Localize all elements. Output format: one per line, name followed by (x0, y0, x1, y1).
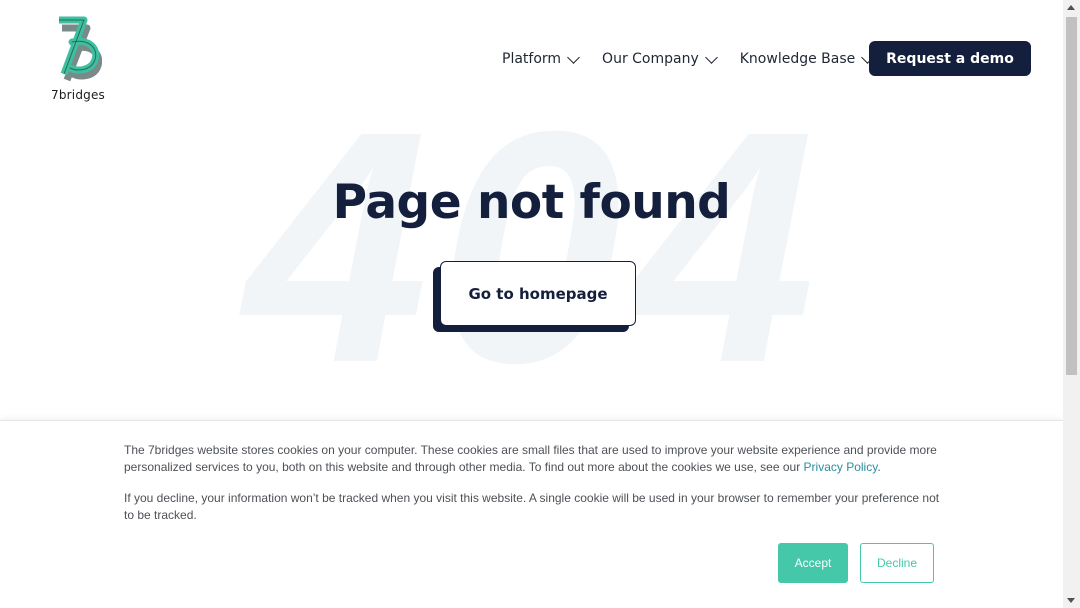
page-scrollbar[interactable] (1063, 0, 1080, 608)
brand-logo[interactable]: 7bridges (48, 14, 108, 104)
privacy-policy-link[interactable]: Privacy Policy (804, 460, 878, 474)
page: 7bridges Platform Our Company Knowledge … (0, 0, 1063, 608)
7b-logo-icon (59, 16, 102, 82)
cookie-notice-end: . (877, 460, 881, 474)
background-404-text: 404 (244, 62, 826, 431)
brand-name: 7bridges (51, 88, 105, 102)
scrollbar-thumb[interactable] (1066, 17, 1077, 375)
cookie-decline-text: If you decline, your information won’t b… (124, 491, 940, 522)
page-title: Page not found (332, 175, 731, 230)
decline-cookies-button[interactable]: Decline (860, 543, 934, 583)
request-demo-button[interactable]: Request a demo (869, 41, 1031, 76)
cookie-banner: The 7bridges website stores cookies on y… (0, 420, 1063, 608)
accept-cookies-button[interactable]: Accept (778, 543, 848, 583)
cookie-notice-text: The 7bridges website stores cookies on y… (124, 442, 946, 476)
scroll-down-arrow-icon[interactable] (1067, 598, 1075, 603)
scroll-up-arrow-icon[interactable] (1067, 5, 1075, 10)
go-to-homepage-button[interactable]: Go to homepage (440, 261, 636, 326)
